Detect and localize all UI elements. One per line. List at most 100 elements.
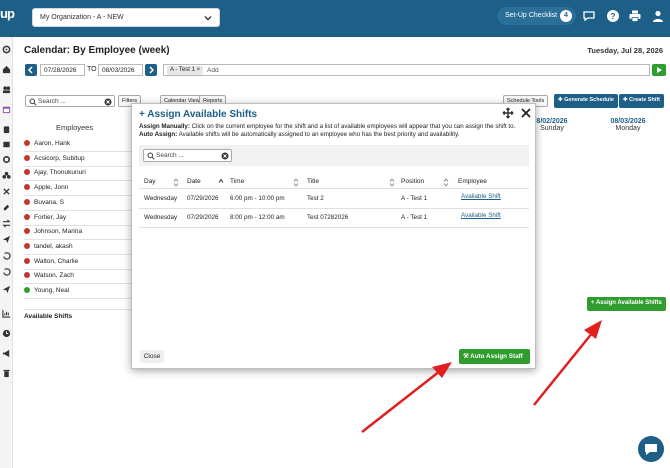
users-icon[interactable] <box>2 85 11 94</box>
employee-search-input[interactable]: Search ... <box>25 95 115 107</box>
send-icon[interactable] <box>2 235 11 244</box>
print-icon[interactable] <box>628 9 642 23</box>
employee-row[interactable]: tandel, akash <box>24 242 73 250</box>
play-icon <box>657 67 662 73</box>
employee-row[interactable]: Fortier, Jay <box>24 213 66 221</box>
settings-icon[interactable] <box>2 45 11 54</box>
employee-row[interactable]: Johnson, Marina <box>24 228 82 235</box>
employee-row[interactable]: Walton, Charlie <box>24 257 78 265</box>
clock-icon[interactable] <box>2 329 11 338</box>
employee-name: Apple, Jonn <box>34 184 69 192</box>
sort-icon[interactable] <box>173 178 179 187</box>
employee-row[interactable]: Apple, Jonn <box>24 184 68 191</box>
edit-icon[interactable] <box>2 203 11 212</box>
group-icon[interactable] <box>2 171 11 180</box>
grid-row-divider <box>24 151 132 152</box>
chat-icon[interactable] <box>582 9 596 23</box>
to-label: TO <box>87 66 97 73</box>
gear-icon[interactable] <box>2 155 11 164</box>
sort-ascending-icon[interactable] <box>218 178 224 184</box>
create-shift-button[interactable]: ✚ Create Shift <box>619 94 665 108</box>
calendar-icon[interactable] <box>2 105 11 114</box>
auto-assign-staff-label: Auto Assign Staff <box>470 353 523 360</box>
add-filter-input[interactable]: Add <box>207 67 219 74</box>
column-header-day[interactable]: Day <box>144 178 156 185</box>
employee-row[interactable]: Buvana, S <box>24 198 64 206</box>
employee-row[interactable]: Ajay, Thonukunuri <box>24 169 86 176</box>
cell-time: 6:00 pm - 10:00 pm <box>230 195 285 202</box>
cell-title: Test 07282026 <box>307 214 349 221</box>
filter-chip-label: A - Test 1 <box>170 67 195 73</box>
grid-divider <box>24 309 134 310</box>
sort-icon[interactable] <box>443 178 449 187</box>
available-shift-link[interactable]: Available Shift <box>461 193 501 200</box>
close-icon[interactable] <box>520 107 532 119</box>
help-icon[interactable]: ? <box>606 9 620 23</box>
annotation-arrow <box>361 370 441 433</box>
position-filter-bar[interactable]: A - Test 1 × Add <box>163 64 650 76</box>
user-menu-icon[interactable] <box>651 9 665 23</box>
tools-icon[interactable] <box>2 187 11 196</box>
grid-row-divider <box>24 253 132 255</box>
megaphone-icon[interactable] <box>2 349 11 358</box>
support-chat-button[interactable] <box>638 436 664 462</box>
day-column-weekday: Monday <box>615 125 641 132</box>
inbox-icon[interactable] <box>2 140 11 149</box>
column-header-employee[interactable]: Employee <box>458 178 487 185</box>
clipboard-icon[interactable] <box>2 125 11 134</box>
employee-row[interactable]: Acsicorp, Subitup <box>24 154 85 162</box>
generate-schedule-button[interactable]: ✚ Generate Schedule <box>554 94 618 108</box>
cell-position: A - Test 1 <box>401 195 428 202</box>
end-date-input[interactable]: 08/03/2026 <box>98 64 143 76</box>
status-dot <box>24 213 30 220</box>
column-header-position[interactable]: Position <box>401 178 424 185</box>
setup-checklist-label: Set-Up Checklist <box>505 12 558 19</box>
setup-checklist-count: 4 <box>560 10 572 22</box>
column-header-time[interactable]: Time <box>230 178 244 185</box>
trash-icon[interactable] <box>2 369 11 378</box>
previous-week-button[interactable] <box>25 64 37 76</box>
top-bar: up My Organization - A - NEW Set-Up Chec… <box>0 0 670 37</box>
row-divider <box>139 227 529 228</box>
apply-filter-button[interactable] <box>652 64 666 76</box>
available-shift-link[interactable]: Available Shift <box>461 212 501 219</box>
day-column-header[interactable]: 08/03/2026 Monday <box>602 118 654 132</box>
column-header-date[interactable]: Date <box>187 178 201 185</box>
cell-title: Test 2 <box>307 195 324 202</box>
auto-label: Auto Assign: <box>139 131 178 138</box>
status-dot <box>24 272 30 279</box>
report-icon[interactable] <box>2 309 11 318</box>
assign-available-shifts-button[interactable]: + Assign Available Shifts <box>587 297 666 311</box>
column-header-title[interactable]: Title <box>307 178 319 185</box>
navigate-icon[interactable] <box>2 285 11 294</box>
next-week-button[interactable] <box>145 64 157 76</box>
auto-assign-staff-button[interactable]: ⚒ Auto Assign Staff <box>459 349 530 364</box>
svg-text:?: ? <box>611 12 616 21</box>
employee-row[interactable]: Young, Neal <box>24 287 69 294</box>
modal-close-button[interactable]: Close <box>140 350 164 363</box>
status-dot <box>24 154 30 161</box>
undo-icon[interactable] <box>2 251 11 260</box>
employee-row[interactable]: Aaron, Hank <box>24 140 70 147</box>
grid-row-divider <box>24 298 132 299</box>
sort-icon[interactable] <box>293 178 299 187</box>
swap-icon[interactable] <box>2 219 11 228</box>
cell-date: 07/29/2026 <box>187 214 219 221</box>
organization-select[interactable]: My Organization - A - NEW <box>32 8 220 27</box>
clear-search-icon[interactable] <box>221 152 229 160</box>
sort-icon[interactable] <box>389 178 395 187</box>
setup-checklist-button[interactable]: Set-Up Checklist 4 <box>497 7 576 25</box>
move-icon[interactable] <box>502 107 514 119</box>
remove-chip-icon[interactable]: × <box>197 67 201 73</box>
grid-row-divider <box>24 165 132 167</box>
filter-chip[interactable]: A - Test 1 × <box>167 66 204 75</box>
available-shifts-row-label: Available Shifts <box>24 313 73 320</box>
history-icon[interactable] <box>2 267 11 276</box>
employee-name: Johnson, Marina <box>34 228 83 236</box>
shift-search-input[interactable]: Search ... <box>143 149 232 162</box>
app-logo[interactable]: up <box>0 6 18 21</box>
clear-search-icon[interactable] <box>104 98 112 106</box>
employee-row[interactable]: Watson, Zach <box>24 272 74 279</box>
home-icon[interactable] <box>2 65 11 74</box>
start-date-input[interactable]: 07/28/2026 <box>40 64 85 76</box>
